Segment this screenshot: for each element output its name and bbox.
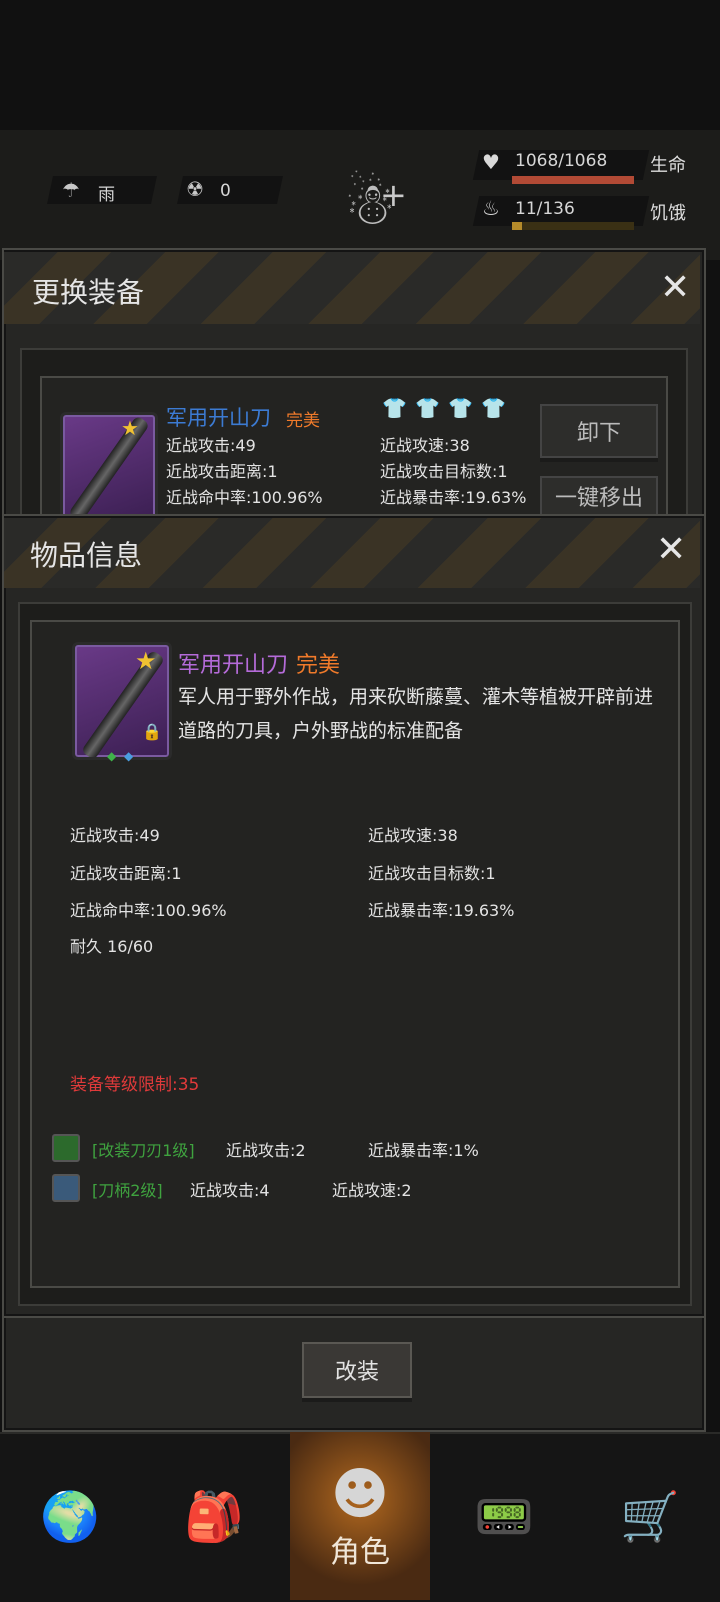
quick-remove-button[interactable]: 一键移出	[540, 476, 658, 516]
shirt-icon: 👕	[448, 396, 473, 420]
stat-melee-attack: 近战攻击:49	[70, 826, 160, 845]
equipped-stat: 近战命中率:100.96%	[166, 488, 323, 507]
nav-world[interactable]: 🌍	[0, 1432, 140, 1600]
stomach-icon: ♨	[482, 196, 500, 220]
handle-mod-icon	[52, 1174, 80, 1202]
hunger-bar	[512, 222, 634, 230]
item-name: 军用开山刀	[178, 653, 289, 678]
item-info-close-icon[interactable]: ✕	[656, 532, 686, 568]
stat-melee-targets: 近战攻击目标数:1	[368, 864, 496, 883]
item-info-title: 物品信息	[30, 539, 143, 572]
health-bar	[512, 176, 634, 184]
equipped-item-name: 军用开山刀	[166, 406, 271, 430]
health-value: 1068/1068	[515, 151, 608, 171]
item-quality: 完美	[296, 653, 341, 678]
mod-stat: 近战暴击率:1%	[368, 1141, 479, 1160]
stat-melee-range: 近战攻击距离:1	[70, 864, 182, 883]
star-icon: ★	[135, 647, 157, 675]
equipped-stat: 近战暴击率:19.63%	[380, 488, 527, 507]
heart-icon: ♥	[482, 150, 500, 174]
stat-melee-hit: 近战命中率:100.96%	[70, 901, 227, 920]
mod-stat: 近战攻击:4	[190, 1181, 270, 1200]
unequip-button[interactable]: 卸下	[540, 404, 658, 458]
globe-icon: 🌍	[40, 1488, 100, 1545]
backpack-icon: 🎒	[184, 1488, 244, 1545]
hunger-value: 11/136	[515, 199, 575, 219]
radiation-value: 0	[220, 181, 231, 201]
mod-stat: 近战攻速:2	[332, 1181, 412, 1200]
equipped-item-quality: 完美	[286, 411, 320, 431]
shirt-icon: 👕	[382, 396, 407, 420]
health-bar-fill	[512, 176, 634, 184]
green-gem-icon: ◆	[107, 749, 117, 763]
rain-icon: ☂	[62, 178, 80, 202]
health-label: 生命	[650, 155, 686, 176]
unequip-label: 卸下	[576, 421, 621, 446]
hunger-bar-fill	[512, 222, 522, 230]
mod-name: [改装刀刃1级]	[92, 1141, 195, 1160]
mod-name: [刀柄2级]	[92, 1181, 163, 1200]
nav-backpack[interactable]: 🎒	[144, 1432, 284, 1600]
mod-stat: 近战攻击:2	[226, 1141, 306, 1160]
star-icon: ★	[121, 416, 139, 440]
durability: 耐久 16/60	[70, 937, 154, 956]
nav-character-label: 角色	[330, 1534, 390, 1570]
cart-icon: 🛒	[620, 1488, 680, 1545]
equipped-item-thumb[interactable]	[60, 412, 158, 522]
character-icon: ☻	[330, 1461, 390, 1527]
equipped-stat: 近战攻速:38	[380, 436, 470, 455]
shirt-icon: 👕	[481, 396, 506, 420]
equipped-stat: 近战攻击目标数:1	[380, 462, 508, 481]
level-limit: 装备等级限制:35	[70, 1075, 200, 1095]
radio-icon: 📟	[474, 1488, 534, 1545]
radiation-icon: ☢	[186, 177, 204, 201]
quick-remove-label: 一键移出	[554, 486, 643, 511]
shirt-icon: 👕	[415, 396, 440, 420]
plus-icon[interactable]: +	[380, 176, 407, 214]
modify-label: 改装	[334, 1360, 379, 1385]
equipped-stat: 近战攻击:49	[166, 436, 256, 455]
stat-melee-speed: 近战攻速:38	[368, 826, 458, 845]
equipped-stat: 近战攻击距离:1	[166, 462, 278, 481]
equip-close-icon[interactable]: ✕	[660, 270, 690, 306]
item-description: 军人用于野外作战，用来砍断藤蔓、灌木等植被开辟前进道路的刀具，户外野战的标准配备	[178, 686, 654, 742]
blue-gem-icon: ◆	[124, 749, 134, 763]
nav-radio[interactable]: 📟	[434, 1432, 574, 1600]
nav-shop[interactable]: 🛒	[580, 1432, 720, 1600]
nav-character[interactable]: ☻ 角色	[290, 1432, 430, 1600]
modify-button[interactable]: 改装	[302, 1342, 412, 1398]
item-thumb	[72, 642, 172, 760]
hunger-label: 饥饿	[650, 203, 686, 224]
lock-icon: 🔒	[142, 722, 162, 741]
blade-mod-icon	[52, 1134, 80, 1162]
stat-melee-crit: 近战暴击率:19.63%	[368, 901, 515, 920]
weather-label: 雨	[98, 185, 115, 205]
equip-dialog-title: 更换装备	[32, 276, 145, 309]
